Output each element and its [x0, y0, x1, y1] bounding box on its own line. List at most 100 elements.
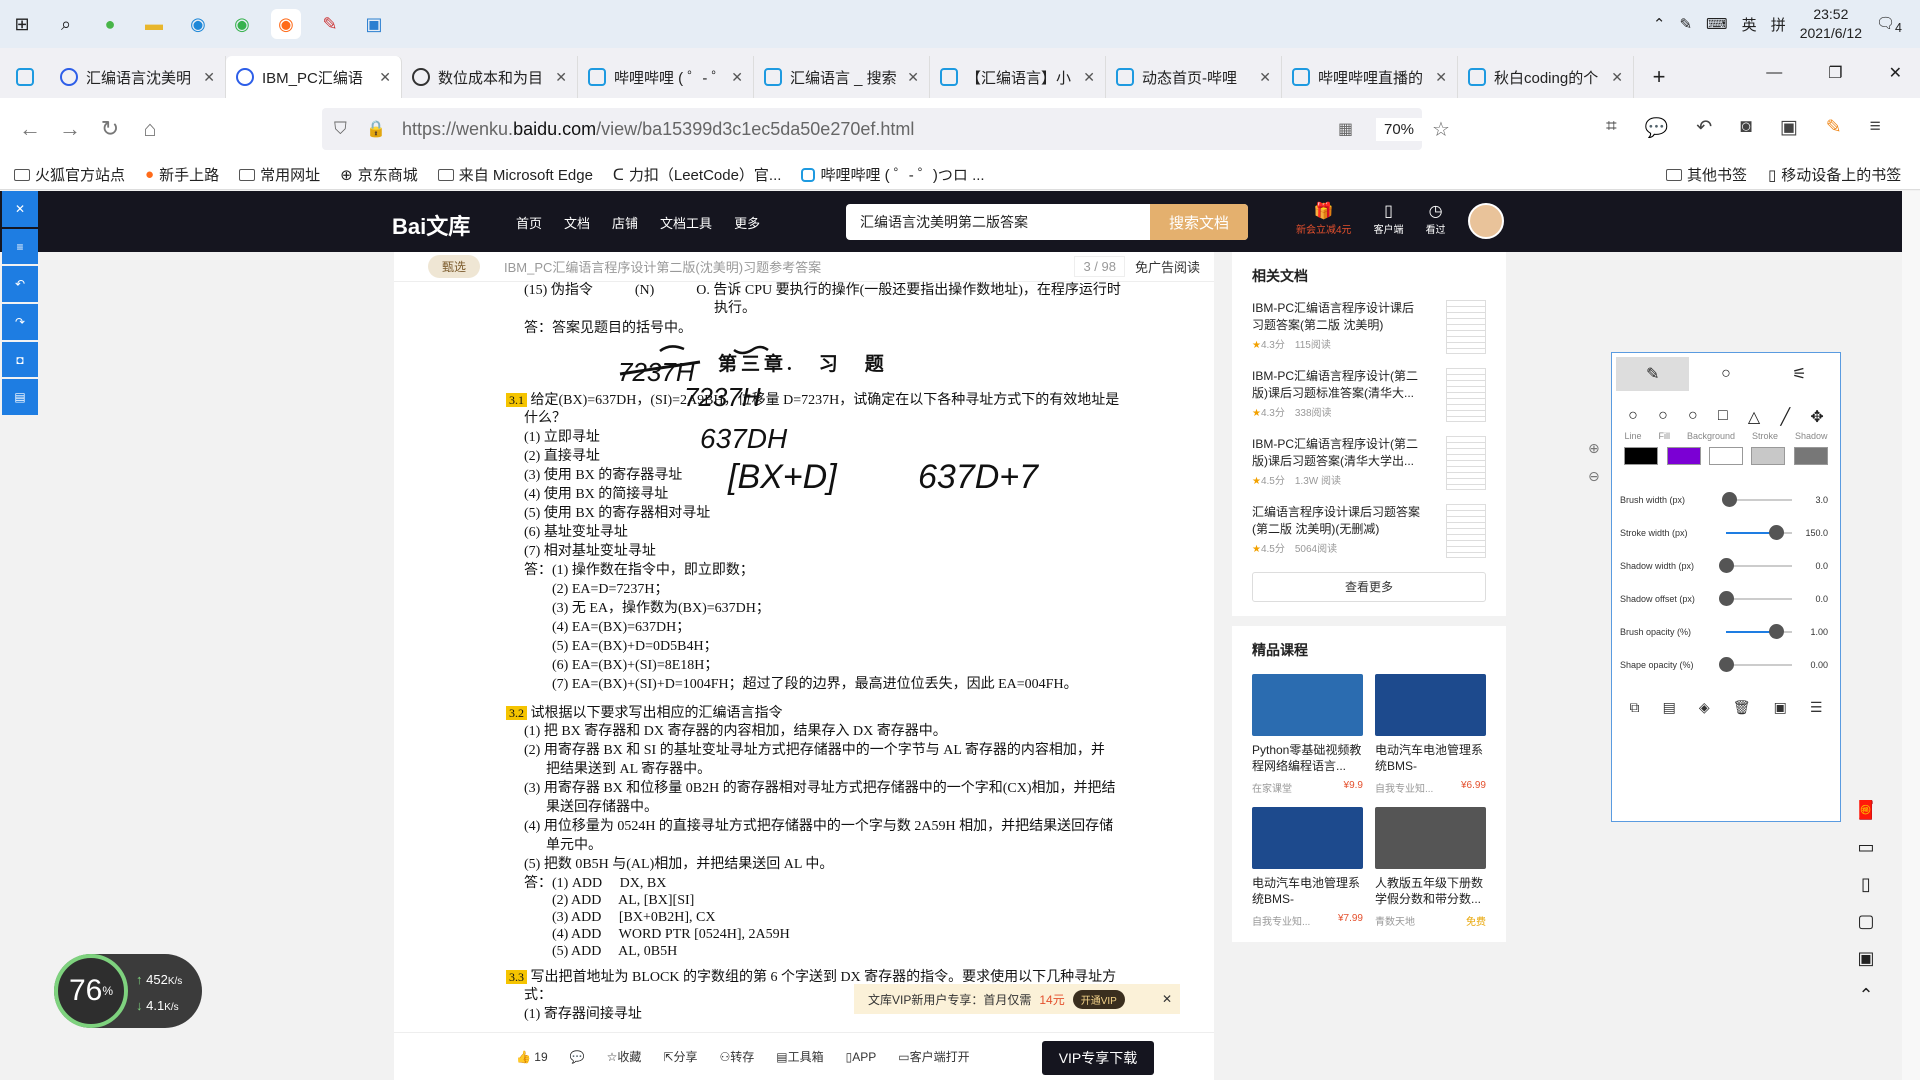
settings-icon[interactable]: ⚟: [1763, 357, 1836, 391]
save-icon[interactable]: ▣: [1774, 699, 1787, 716]
pen-icon[interactable]: ✎: [1616, 357, 1690, 391]
bookmark-star-icon[interactable]: ☆: [1432, 117, 1450, 142]
pen-extension-icon[interactable]: ✎: [1826, 116, 1842, 140]
crop-icon[interactable]: ⌗: [1606, 116, 1617, 140]
slider-thumb[interactable]: [1719, 590, 1734, 606]
red-packet-icon[interactable]: 🧧: [1855, 800, 1877, 821]
close-tab-icon[interactable]: ✕: [203, 69, 215, 86]
close-tab-icon[interactable]: ✕: [907, 69, 919, 86]
circle-icon[interactable]: ○: [1658, 407, 1668, 427]
nav-home[interactable]: 首页: [516, 213, 542, 232]
bookmark-item[interactable]: ᑕ 力扣（LeetCode）官...: [613, 164, 782, 185]
bookmark-item[interactable]: 常用网址: [239, 164, 320, 185]
see-more-button[interactable]: 查看更多: [1252, 572, 1486, 602]
firefox-icon[interactable]: ◉: [271, 9, 301, 39]
close-icon[interactable]: ✕: [2, 191, 38, 227]
slider-thumb[interactable]: [1768, 524, 1784, 540]
maximize-icon[interactable]: ❐: [1828, 63, 1842, 83]
slider-thumb[interactable]: [1719, 656, 1734, 672]
save-icon[interactable]: ▤: [2, 379, 38, 416]
eraser-icon[interactable]: ◈: [1699, 699, 1710, 716]
triangle-icon[interactable]: △: [1748, 407, 1760, 427]
nav-tools[interactable]: 文档工具: [660, 213, 712, 232]
related-doc-item[interactable]: 汇编语言程序设计课后习题答案(第二版 沈美明)(无删减) ★4.5分 5064阅读: [1252, 504, 1486, 558]
related-doc-item[interactable]: IBM-PC汇编语言程序设计(第二版)课后习题标准答案(清华大... ★4.3分 …: [1252, 368, 1486, 422]
wechat-icon[interactable]: ●: [95, 9, 125, 39]
color-swatch[interactable]: [1793, 447, 1828, 465]
notification-icon[interactable]: 🗨4: [1876, 14, 1902, 35]
close-tab-icon[interactable]: ✕: [555, 69, 567, 86]
menu-icon[interactable]: ≡: [1870, 116, 1881, 140]
back-arrow-icon[interactable]: ←: [10, 116, 50, 142]
qr-code-icon[interactable]: ▦: [1338, 119, 1353, 139]
vip-promo-banner[interactable]: 文库VIP新用户专享：首月仅需 14元 开通VIP ✕: [854, 984, 1180, 1014]
tab-4[interactable]: 汇编语言 _ 搜索 ✕: [754, 56, 930, 98]
trash-icon[interactable]: 🗑: [1733, 699, 1751, 716]
line-icon[interactable]: ╱: [1780, 407, 1790, 427]
course-item[interactable]: 电动汽车电池管理系统BMS- 自我专业知... ¥7.99: [1252, 807, 1363, 928]
slider-thumb[interactable]: [1721, 491, 1737, 507]
tab-5[interactable]: 【汇编语言】小 ✕: [930, 56, 1106, 98]
system-clock[interactable]: 23:52 2021/6/12: [1800, 5, 1862, 43]
close-tab-icon[interactable]: ✕: [1259, 69, 1271, 86]
tab-0[interactable]: 汇编语言沈美明 ✕: [50, 56, 226, 98]
back-to-top-icon[interactable]: ⌃: [1858, 985, 1873, 1006]
vip-gift-button[interactable]: 🎁 新会立减4元: [1296, 201, 1352, 236]
screenshot-icon[interactable]: ◙: [1740, 116, 1751, 140]
bookmark-item[interactable]: 火狐官方站点: [14, 164, 125, 185]
circle-icon[interactable]: ○: [1628, 407, 1638, 427]
bookmark-item[interactable]: 哔哩哔哩 ( ゜- ゜)つロ ...: [801, 164, 985, 185]
bookmark-item[interactable]: ● 新手上路: [145, 164, 219, 185]
wenku-search-input[interactable]: 汇编语言沈美明第二版答案 搜索文档: [846, 204, 1248, 240]
close-tab-icon[interactable]: ✕: [1611, 69, 1623, 86]
related-doc-item[interactable]: IBM-PC汇编语言程序设计(第二版)课后习题答案(清华大学出... ★4.5分 …: [1252, 436, 1486, 490]
baidu-wenku-logo[interactable]: Bai文库: [392, 209, 470, 241]
slider-track[interactable]: [1726, 623, 1792, 639]
paste-icon[interactable]: ▤: [1663, 699, 1676, 716]
search-icon[interactable]: ⌕: [51, 9, 81, 39]
tab-6[interactable]: 动态首页-哔哩 ✕: [1106, 56, 1282, 98]
color-swatch[interactable]: [1751, 447, 1786, 465]
user-avatar[interactable]: [1468, 203, 1504, 239]
page-scrollbar[interactable]: [1902, 191, 1920, 1080]
close-tab-icon[interactable]: ✕: [731, 69, 743, 86]
client-button[interactable]: ▯ 客户端: [1374, 201, 1404, 236]
bookmark-item[interactable]: ▯ 移动设备上的书签: [1768, 164, 1901, 185]
course-item[interactable]: 电动汽车电池管理系统BMS- 自我专业知... ¥6.99: [1375, 674, 1486, 795]
chat-icon[interactable]: 💬: [1645, 116, 1669, 140]
message-icon[interactable]: ▢: [1857, 911, 1874, 932]
ime-language[interactable]: 英: [1742, 14, 1757, 35]
pen-icon[interactable]: ✎: [1679, 15, 1692, 33]
edge-icon[interactable]: ◉: [183, 9, 213, 39]
color-swatch[interactable]: [1708, 447, 1743, 465]
app-icon[interactable]: ✎: [315, 9, 345, 39]
briefcase-icon[interactable]: ▭: [1857, 837, 1874, 858]
open-vip-button[interactable]: 开通VIP: [1072, 989, 1125, 1009]
toolbox-button[interactable]: ▤工具箱: [776, 1048, 823, 1065]
list-icon[interactable]: ≡: [2, 228, 38, 265]
slider-thumb[interactable]: [1768, 623, 1784, 639]
file-explorer-icon[interactable]: ▬: [139, 9, 169, 39]
close-window-icon[interactable]: ✕: [1889, 63, 1902, 83]
square-icon[interactable]: □: [1718, 407, 1728, 427]
share-button[interactable]: ⇱分享: [663, 1048, 697, 1065]
undo-icon[interactable]: ↶: [1696, 116, 1712, 140]
course-item[interactable]: 人教版五年级下册数学假分数和带分数... 青数天地 免费: [1375, 807, 1486, 928]
undo-icon[interactable]: ↶: [2, 266, 38, 303]
client-open-button[interactable]: ▭客户端打开: [898, 1048, 969, 1065]
slider-track[interactable]: [1719, 557, 1792, 573]
close-tab-icon[interactable]: ✕: [379, 69, 391, 86]
circle-tab-icon[interactable]: ○: [1689, 357, 1762, 391]
new-tab-icon[interactable]: +: [1634, 56, 1684, 98]
ime-mode[interactable]: 拼: [1771, 14, 1786, 35]
move-icon[interactable]: ✥: [1810, 407, 1823, 427]
zoom-in-icon[interactable]: ⊕: [1588, 434, 1600, 462]
tab-7[interactable]: 哔哩哔哩直播的 ✕: [1282, 56, 1458, 98]
screenshot-app-icon[interactable]: ▣: [359, 9, 389, 39]
chevron-up-icon[interactable]: ⌃: [1653, 15, 1666, 33]
forward-arrow-icon[interactable]: →: [50, 116, 90, 142]
redo-icon[interactable]: ↷: [2, 304, 38, 340]
slider-track[interactable]: [1719, 656, 1792, 672]
nav-store[interactable]: 店铺: [612, 213, 638, 232]
tab-2[interactable]: 数位成本和为目 ✕: [402, 56, 578, 98]
